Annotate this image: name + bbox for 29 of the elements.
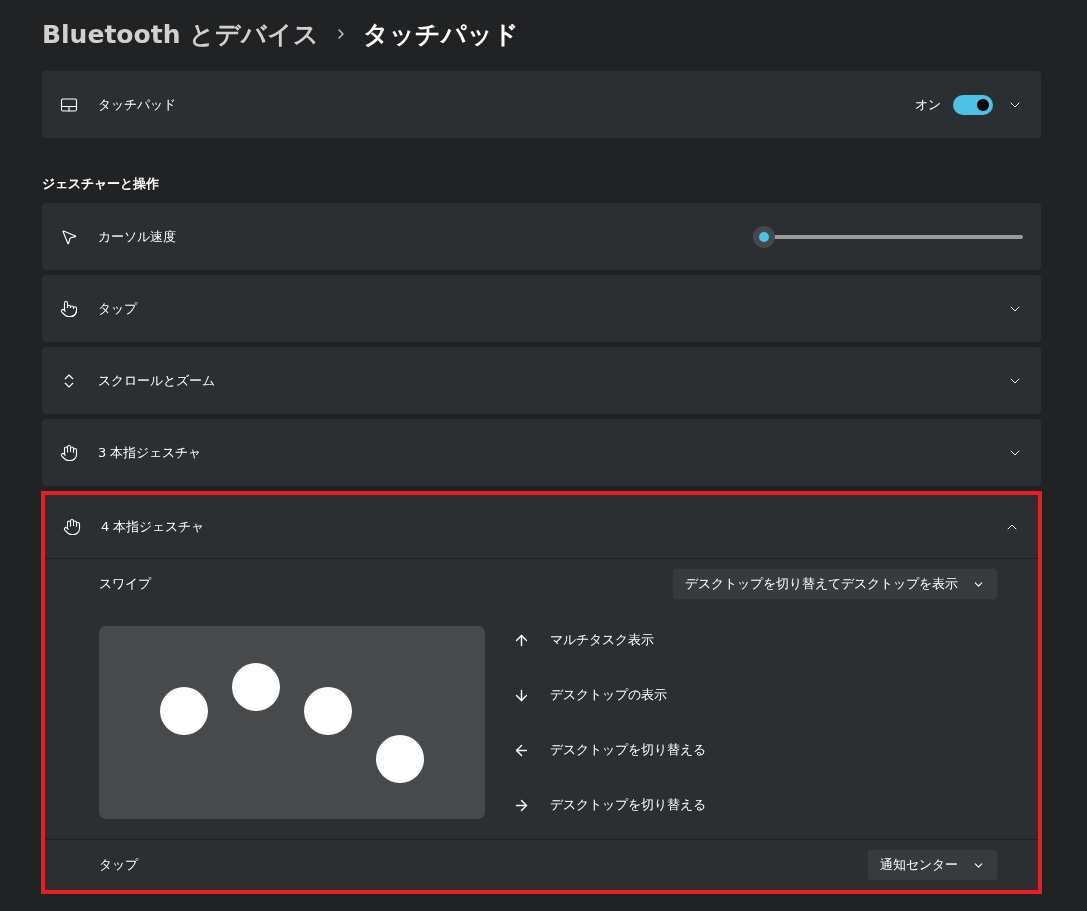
touchpad-icon bbox=[60, 95, 78, 114]
pointing-hand-icon bbox=[60, 299, 78, 318]
hand-icon bbox=[63, 517, 81, 536]
setting-card[interactable]: タップ bbox=[42, 275, 1041, 342]
slider-track[interactable] bbox=[753, 225, 1023, 248]
dropdown[interactable]: 通知センター bbox=[867, 849, 998, 881]
setting-label: タップ bbox=[99, 856, 140, 874]
gesture-action-text: デスクトップを切り替える bbox=[550, 741, 706, 759]
hand-icon bbox=[60, 443, 78, 462]
setting-card[interactable]: 3 本指ジェスチャ bbox=[42, 419, 1041, 486]
toggle-state-text: オン bbox=[915, 95, 941, 114]
breadcrumb-link[interactable]: Bluetooth とデバイス bbox=[42, 17, 320, 51]
page-title: タッチパッド bbox=[363, 18, 520, 51]
setting-card[interactable]: スクロールとズーム bbox=[42, 347, 1041, 414]
slider-thumb[interactable] bbox=[753, 225, 775, 248]
gesture-action-text: デスクトップの表示 bbox=[550, 686, 667, 704]
pointer-icon bbox=[60, 227, 78, 246]
gesture-action-text: デスクトップを切り替える bbox=[550, 796, 706, 814]
toggle-switch[interactable] bbox=[953, 94, 993, 115]
dropdown[interactable]: デスクトップを切り替えてデスクトップを表示 bbox=[672, 568, 998, 600]
setting-label: タップ bbox=[98, 299, 139, 318]
section-heading: ジェスチャーと操作 bbox=[42, 175, 160, 193]
setting-label: 3 本指ジェスチャ bbox=[98, 443, 203, 462]
setting-label: スクロールとズーム bbox=[98, 371, 216, 390]
gesture-action-text: マルチタスク表示 bbox=[550, 631, 654, 649]
setting-label: カーソル速度 bbox=[98, 227, 177, 246]
setting-label: 4 本指ジェスチャ bbox=[101, 517, 206, 536]
setting-label: タッチパッド bbox=[98, 95, 177, 114]
setting-label: スワイプ bbox=[99, 575, 153, 593]
